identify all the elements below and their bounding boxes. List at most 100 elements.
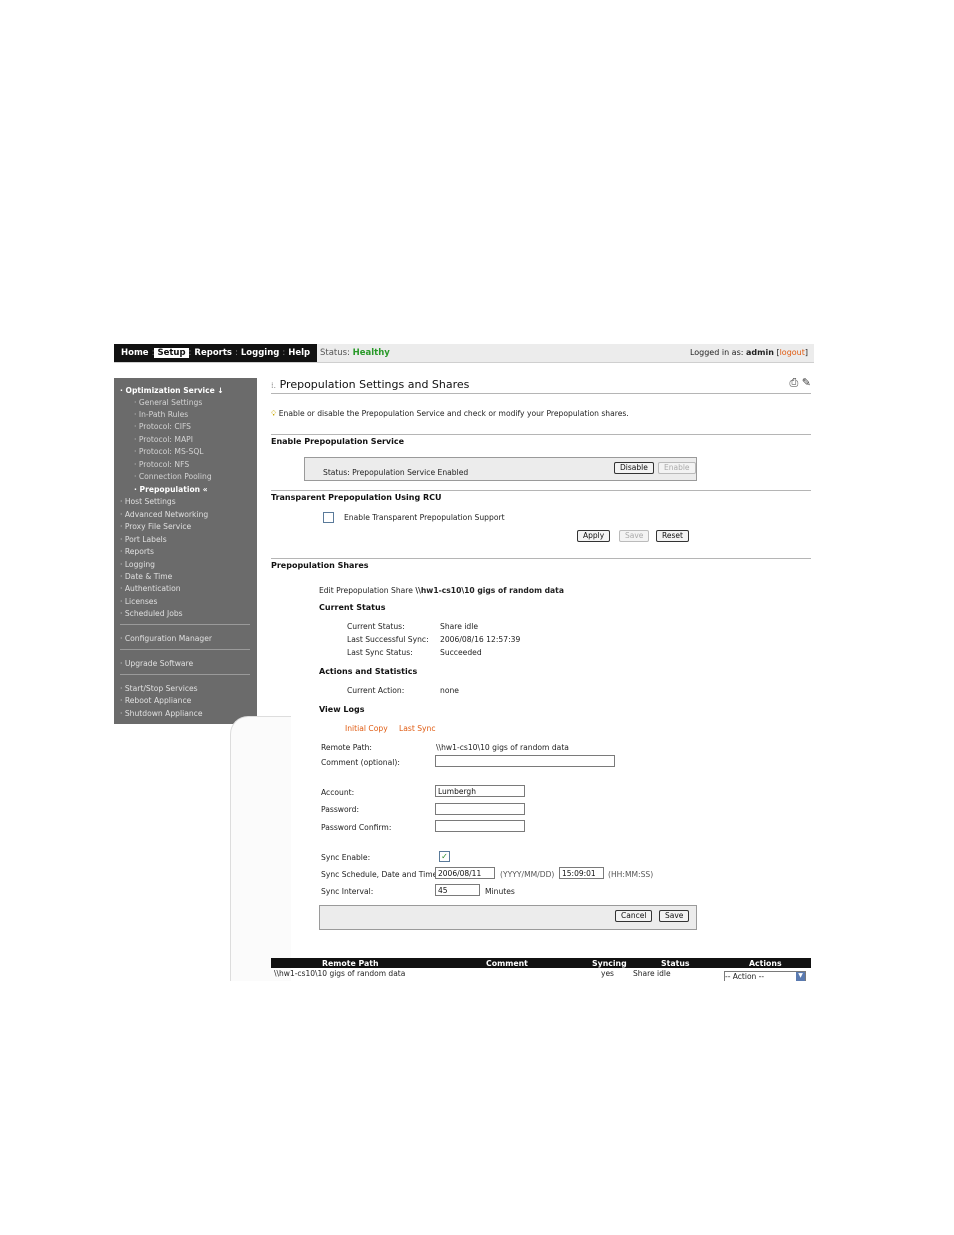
sidebar-item[interactable]: · Port Labels (120, 535, 167, 544)
status-label: Status: (320, 348, 350, 358)
nav-setup[interactable]: Setup (154, 348, 189, 358)
page-title: ⁞. Prepopulation Settings and Shares (271, 378, 470, 391)
sidebar-item[interactable]: · Host Settings (120, 497, 176, 506)
col-remote-path[interactable]: Remote Path (322, 959, 379, 968)
date-format-hint: (YYYY/MM/DD) (500, 870, 555, 879)
save-share-button[interactable]: Save (659, 910, 690, 922)
current-status-title: Current Status (319, 603, 386, 612)
system-status: Status: Healthy (320, 348, 390, 358)
col-comment[interactable]: Comment (486, 959, 528, 968)
help-book-icon[interactable]: ✎ (802, 376, 811, 389)
sync-schedule-label: Sync Schedule, Date and Time: (321, 870, 440, 879)
sidebar-item[interactable]: · Configuration Manager (120, 634, 212, 643)
share-row-path-link[interactable]: \\hw1-cs10\10 gigs of random data (274, 969, 405, 978)
sidebar-item-prepopulation[interactable]: · Prepopulation « (134, 485, 208, 494)
content-frame-curve (230, 716, 291, 981)
edit-share-heading: Edit Prepopulation Share \\hw1-cs10\10 g… (319, 586, 564, 595)
nav-reports[interactable]: Reports (191, 348, 235, 358)
current-status-label: Current Status: (347, 622, 405, 631)
nav-help[interactable]: Help (285, 348, 313, 358)
sidebar-item[interactable]: · Shutdown Appliance (120, 709, 203, 718)
rcu-section-title: Transparent Prepopulation Using RCU (271, 493, 442, 502)
cancel-button[interactable]: Cancel (615, 910, 653, 922)
last-sync-status-label: Last Sync Status: (347, 648, 413, 657)
enable-button[interactable]: Enable (658, 462, 696, 474)
sidebar-item[interactable]: · Licenses (120, 597, 157, 606)
shares-section-title: Prepopulation Shares (271, 561, 369, 570)
sidebar-item[interactable]: · Date & Time (120, 572, 172, 581)
main-nav: Home: Setup: Reports: Logging: Help (114, 344, 318, 362)
last-sync-log-link[interactable]: Last Sync (399, 724, 436, 733)
sync-date-input[interactable]: 2006/08/11 (435, 867, 495, 879)
comment-input[interactable] (435, 755, 615, 767)
password-confirm-label: Password Confirm: (321, 823, 392, 832)
transparent-prepop-label: Enable Transparent Prepopulation Support (344, 513, 505, 522)
sidebar-item[interactable]: · Upgrade Software (120, 659, 193, 668)
actions-title: Actions and Statistics (319, 667, 418, 676)
last-sync-label: Last Successful Sync: (347, 635, 429, 644)
action-select-value: -- Action -- (725, 972, 765, 981)
title-rule (271, 393, 811, 394)
print-icon[interactable]: ⎙ (789, 376, 798, 389)
col-syncing[interactable]: Syncing (592, 959, 627, 968)
login-info: Logged in as: admin [logout] (689, 348, 808, 357)
sidebar-item[interactable]: · Start/Stop Services (120, 684, 198, 693)
top-bar: Home: Setup: Reports: Logging: Help Stat… (114, 344, 814, 363)
password-confirm-input[interactable] (435, 820, 525, 832)
comment-label: Comment (optional): (321, 758, 400, 767)
nav-logging[interactable]: Logging (238, 348, 282, 358)
sidebar: · Optimization Service ↓ · General Setti… (114, 378, 257, 724)
sidebar-item[interactable]: · Proxy File Service (120, 522, 191, 531)
screenshot: Home: Setup: Reports: Logging: Help Stat… (114, 344, 814, 981)
section-rule (271, 434, 811, 435)
transparent-prepop-checkbox[interactable] (323, 512, 334, 523)
lightbulb-icon: 💡︎ (271, 409, 277, 418)
col-status[interactable]: Status (661, 959, 690, 968)
login-text: Logged in as: (689, 348, 744, 357)
sidebar-sub-item[interactable]: · Protocol: CIFS (134, 422, 191, 431)
logout-link[interactable]: logout (780, 348, 805, 357)
last-sync-status-value: Succeeded (440, 648, 482, 657)
sidebar-sub-item[interactable]: · Protocol: MAPI (134, 435, 193, 444)
sidebar-item[interactable]: · Advanced Networking (120, 510, 208, 519)
sync-interval-label: Sync Interval: (321, 887, 374, 896)
page-hint: 💡︎ Enable or disable the Prepopulation S… (271, 409, 629, 418)
current-action-label: Current Action: (347, 686, 405, 695)
save-button-rcu[interactable]: Save (619, 530, 650, 542)
remote-path-value: \\hw1-cs10\10 gigs of random data (436, 743, 569, 752)
sidebar-sub-item[interactable]: · Protocol: MS-SQL (134, 447, 204, 456)
reset-button[interactable]: Reset (656, 530, 689, 542)
sidebar-item[interactable]: · Logging (120, 560, 155, 569)
status-value: Healthy (352, 348, 390, 358)
sidebar-item[interactable]: · Scheduled Jobs (120, 609, 183, 618)
header-icons: ⎙ ✎ (789, 376, 811, 390)
sync-interval-input[interactable]: 45 (435, 884, 480, 896)
sidebar-sub-item[interactable]: · General Settings (134, 398, 202, 407)
sync-time-input[interactable]: 15:09:01 (559, 867, 604, 879)
password-input[interactable] (435, 803, 525, 815)
section-rule (271, 490, 811, 491)
service-status-box: Status: Prepopulation Service Enabled Di… (304, 457, 697, 481)
sidebar-divider (120, 649, 250, 650)
service-status-text: Status: Prepopulation Service Enabled (323, 468, 469, 477)
sidebar-item[interactable]: · Authentication (120, 584, 181, 593)
sidebar-item[interactable]: · Reboot Appliance (120, 696, 191, 705)
sidebar-sub-item[interactable]: · Connection Pooling (134, 472, 212, 481)
sidebar-sub-item[interactable]: · In-Path Rules (134, 410, 188, 419)
time-format-hint: (HH:MM:SS) (608, 870, 654, 879)
col-actions[interactable]: Actions (749, 959, 782, 968)
sidebar-section-optimization[interactable]: · Optimization Service ↓ (120, 386, 224, 395)
sidebar-sub-item[interactable]: · Protocol: NFS (134, 460, 189, 469)
initial-copy-log-link[interactable]: Initial Copy (345, 724, 388, 733)
password-label: Password: (321, 805, 360, 814)
apply-button[interactable]: Apply (577, 530, 611, 542)
disable-button[interactable]: Disable (614, 462, 654, 474)
share-row-action-select[interactable]: -- Action -- ▼ (724, 971, 806, 981)
sync-enable-checkbox[interactable]: ✓ (439, 851, 450, 862)
account-input[interactable]: Lumbergh (435, 785, 525, 797)
current-action-value: none (440, 686, 459, 695)
sync-enable-label: Sync Enable: (321, 853, 371, 862)
chevron-down-icon: ▼ (796, 972, 805, 981)
nav-home[interactable]: Home (118, 348, 152, 358)
sidebar-item[interactable]: · Reports (120, 547, 154, 556)
